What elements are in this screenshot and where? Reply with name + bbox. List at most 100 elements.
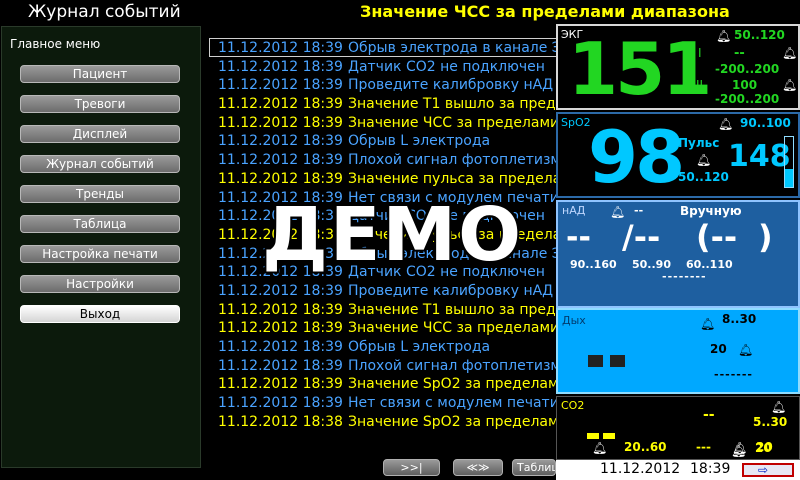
st2-alarm-bell-icon: 🔔︎ [782,78,798,92]
status-date: 11.12.2012 [600,461,681,477]
etco2-alarm-bell-icon: 🔔︎ [771,400,787,414]
event-text: Обрыв L электрода [348,133,491,150]
event-text: Нет связи с модулем печати [348,395,556,412]
event-text: Обрыв электрода в канале ЭКГ [348,40,556,56]
hr-alarm-bell-icon: 🔔︎ [716,29,732,43]
event-date: 11.12.2012 18:39 [218,376,343,393]
event-log-row[interactable]: 11.12.2012 18:39 Проведите калибровку нАД [218,282,556,301]
event-log-row[interactable]: 11.12.2012 18:39 Нет связи с модулем печа… [218,394,556,413]
co2-value-dash-1 [587,433,599,439]
spo2-alarm-bell-icon: 🔔︎ [718,117,734,131]
spo2-value: 98 [588,115,685,199]
event-date: 11.12.2012 18:39 [218,282,343,299]
event-text: Значение SpO2 за пределами [348,376,556,393]
event-log-row[interactable]: 11.12.2012 18:39 Значение ЧСС за пределам… [218,319,556,338]
hr-alarm-range: 50..120 [734,28,785,42]
ecg-panel[interactable]: ЭКГ 151 🔔︎ 50..120 I -- 🔔︎ -200..200 II … [556,24,800,110]
resp-panel[interactable]: Дых 🔔︎ 8..30 20 🔔︎ ------- [556,308,800,394]
event-date: 11.12.2012 18:39 [218,339,343,355]
scroll-button[interactable]: ≪≫ [453,459,503,476]
resp-alarm-range: 8..30 [722,312,757,326]
menu-item-0[interactable]: Пациент [20,65,180,83]
nibp-mode: Вручную [680,204,742,218]
event-log-row[interactable]: 11.12.2012 18:39 Значение ЧСС за пределам… [218,114,556,133]
event-log-row[interactable]: 11.12.2012 18:39 Датчик CO2 не подключен [218,58,556,77]
event-log-row[interactable]: 11.12.2012 18:39 Значение SpO2 за предела… [218,375,556,394]
pulse-alarm-bell-icon: 🔔︎ [696,153,712,167]
event-text: Датчик CO2 не подключен [348,58,545,75]
event-date: 11.12.2012 18:39 [218,114,343,131]
event-text: Плохой сигнал фотоплетизмограммы [348,357,556,374]
event-log-row[interactable]: 11.12.2012 18:39 Проведите калибровку нАД [218,76,556,95]
nibp-mean-close: ) [758,218,773,256]
event-date: 11.12.2012 18:39 [218,395,343,412]
event-log-row[interactable]: 11.12.2012 18:39 Значение T1 вышло за пре… [218,301,556,320]
event-date: 11.12.2012 18:38 [218,413,343,430]
event-text: Значение T1 вышло за пределы [348,96,556,113]
menu-item-5[interactable]: Таблица [20,215,180,233]
event-log-row[interactable]: 11.12.2012 18:39 Обрыв электрода в канале… [218,39,556,58]
event-text: Значение T1 вышло за пределы [348,301,556,318]
menu-item-7[interactable]: Настройки [20,275,180,293]
menu-item-1[interactable]: Тревоги [20,95,180,113]
co2-value-dash-2 [603,433,615,439]
resp-alarm-bell-icon: 🔔︎ [700,317,716,331]
pulse-value: 148 [728,139,791,174]
screen-title: Журнал событий [28,2,181,22]
event-date: 11.12.2012 18:39 [218,58,343,75]
nibp-systolic-range: 90..160 [570,258,617,271]
apnea-alarm-bell-icon: 🔔︎ [738,343,754,357]
resp-time: ------- [714,368,753,381]
event-log-row[interactable]: 11.12.2012 18:39 Значение пульса за преде… [218,170,556,189]
menu-item-6[interactable]: Настройка печати [20,245,180,263]
st1-alarm-bell-icon: 🔔︎ [782,46,798,60]
nibp-last-time: -------- [662,270,707,283]
menu-item-8[interactable]: Выход [20,305,180,323]
st1-value: -- [734,46,745,61]
event-text: Плохой сигнал фотоплетизмограммы [348,152,556,169]
nibp-systolic: -- [566,220,591,255]
st2-value: 100 [732,78,758,92]
event-date: 11.12.2012 18:39 [218,77,343,94]
event-text: Проведите калибровку нАД [348,77,554,94]
nibp-diastolic: /-- [622,218,661,256]
event-text: Значение SpO2 за пределами [348,413,556,430]
heart-rate-value: 151 [568,27,712,111]
main-menu-title: Главное меню [10,37,101,51]
nibp-interval: -- [634,204,644,217]
etco2-range: 5..30 [753,415,788,429]
event-log-row[interactable]: 11.12.2012 18:38 Значение SpO2 за предела… [218,413,556,432]
table-button[interactable]: Таблица [512,459,556,476]
co2-label: CO2 [561,399,585,412]
nibp-mean: (-- [696,218,738,256]
event-date: 11.12.2012 18:39 [218,170,343,187]
menu-item-3[interactable]: Журнал событий [20,155,180,173]
rr-alarm-bell-icon: 🔔︎ [592,441,608,455]
event-text: Значение ЧСС за пределами [348,114,556,131]
event-log-row[interactable]: 11.12.2012 18:39 Обрыв L электрода [218,338,556,357]
st1-range: -200..200 [715,62,780,76]
signal-strength-bar [784,136,794,188]
event-log-row[interactable]: 11.12.2012 18:39 Плохой сигнал фотоплетиз… [218,357,556,376]
event-log-row[interactable]: 11.12.2012 18:39 Плохой сигнал фотоплетиз… [218,151,556,170]
spo2-panel[interactable]: SpO2 🔔︎ 90..100 98 Пульс 🔔︎ 50..120 148 [556,112,800,198]
pulse-alarm-range: 50..120 [678,170,729,184]
event-date: 11.12.2012 18:39 [218,96,343,113]
menu-item-2[interactable]: Дисплей [20,125,180,143]
nibp-panel[interactable]: нАД 🔔︎ -- Вручную -- /-- (-- ) 90..160 5… [556,200,800,308]
etco2-value: -- [703,407,715,423]
next-page-button[interactable]: >>| [383,459,440,476]
power-plug-icon: ⇨ [758,463,769,477]
event-log-row[interactable]: 11.12.2012 18:39 Значение T1 вышло за пре… [218,95,556,114]
resp-value-dash-1 [588,355,603,367]
st2-range: -200..200 [715,92,780,106]
rr-limit-bell-icon: 🔔︎ [732,441,748,455]
status-time: 18:39 [690,461,731,477]
menu-item-4[interactable]: Тренды [20,185,180,203]
event-text: Значение ЧСС за пределами [348,320,556,337]
demo-watermark: ДЕМО [262,192,524,278]
signal-strength-fill [785,169,793,187]
status-bar: 11.12.2012 18:39 ⇨ [556,460,800,480]
event-log-row[interactable]: 11.12.2012 18:39 Обрыв L электрода [218,132,556,151]
resp-label: Дых [562,314,586,327]
